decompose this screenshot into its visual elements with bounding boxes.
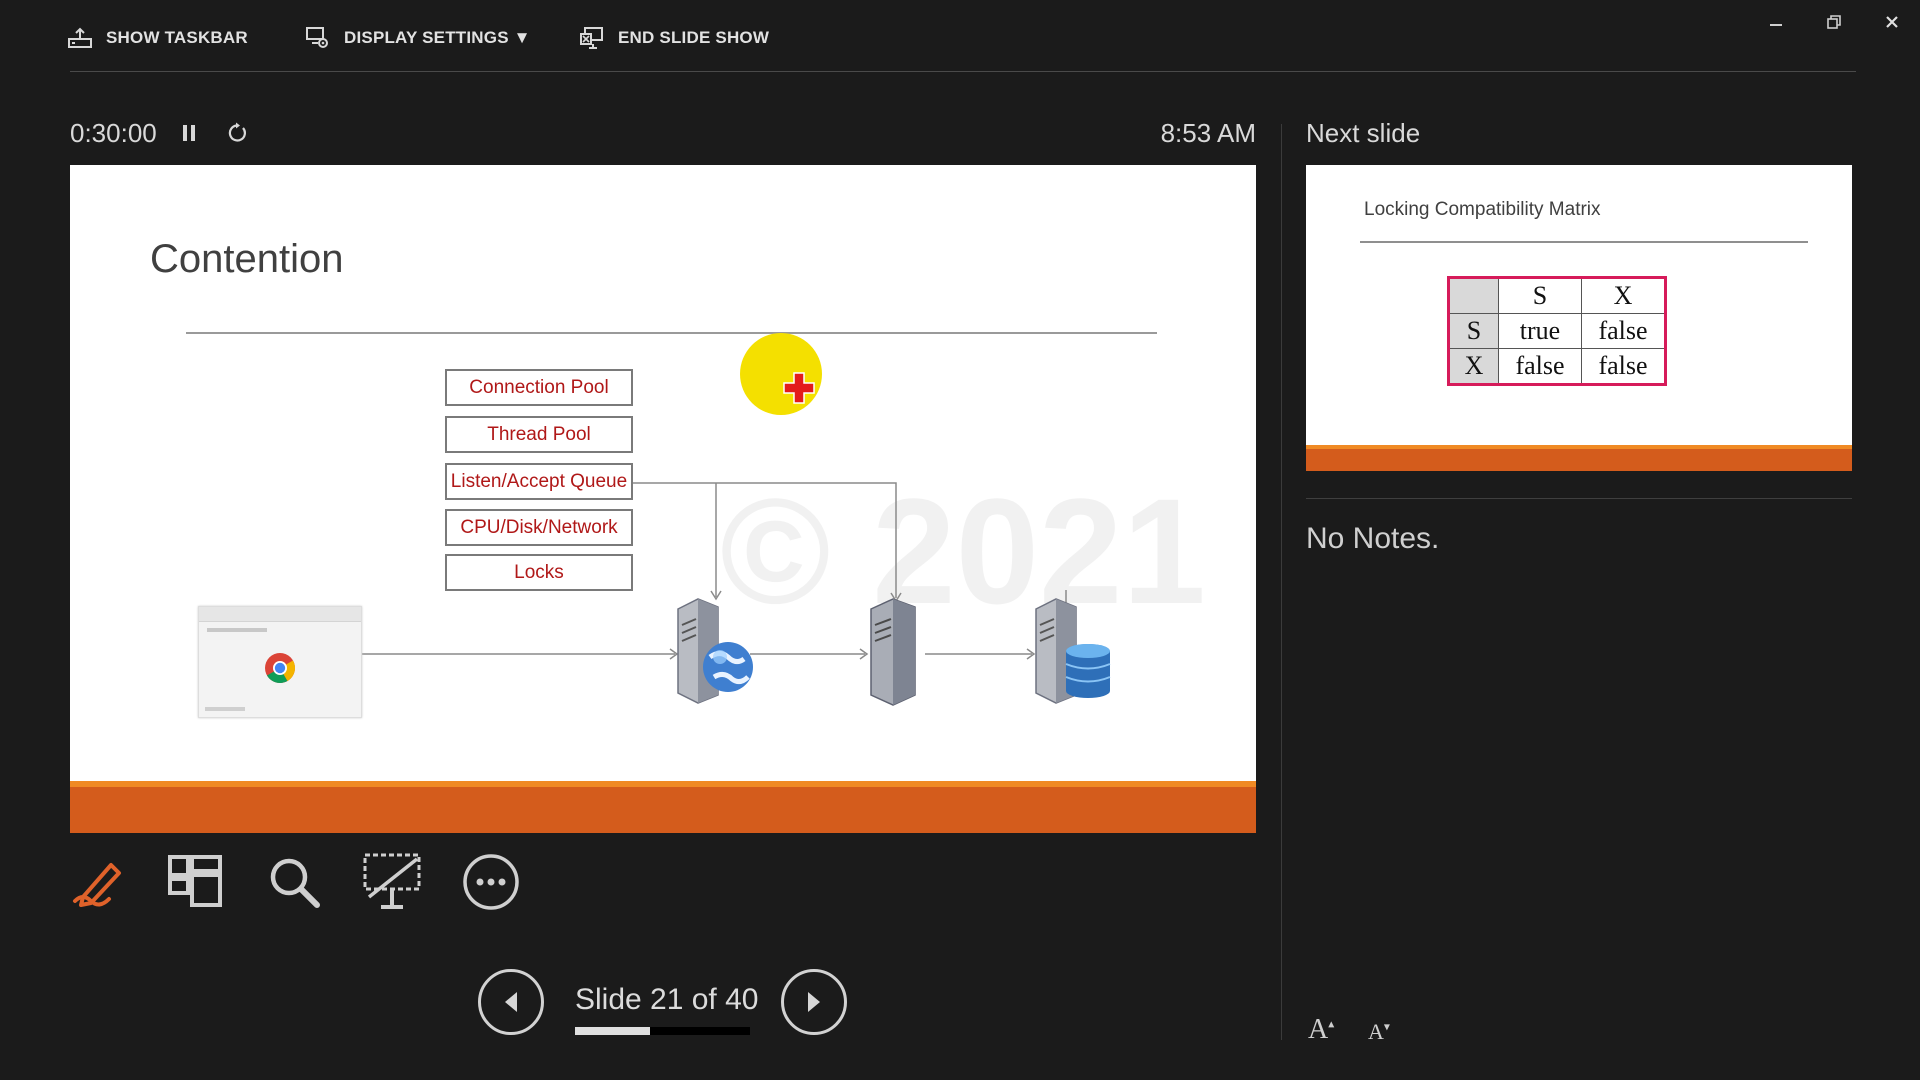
display-settings-label: DISPLAY SETTINGS ▼: [344, 28, 531, 47]
pointer-cross-icon: [783, 372, 815, 404]
pen-tool-button[interactable]: [66, 850, 130, 914]
slide-footer-bar: [70, 781, 1256, 833]
next-slide-preview[interactable]: Locking Compatibility Matrix S X S true …: [1306, 165, 1852, 471]
matrix-cell: S: [1498, 277, 1582, 314]
more-options-button[interactable]: [459, 850, 523, 914]
compatibility-matrix: S X S true false X false false: [1447, 276, 1667, 386]
show-taskbar-button[interactable]: SHOW TASKBAR: [68, 22, 248, 54]
arrow-right-icon: [808, 992, 820, 1012]
matrix-cell: [1448, 277, 1499, 314]
decrease-caret-icon: ▾: [1383, 1019, 1390, 1034]
minimize-icon: [1770, 24, 1782, 26]
show-taskbar-label: SHOW TASKBAR: [106, 28, 248, 47]
increase-font-button[interactable]: A▴: [1308, 1014, 1334, 1046]
current-slide[interactable]: Contention © 2021 Connection Pool Thread…: [70, 165, 1256, 833]
end-slide-show-icon: [580, 27, 603, 49]
elapsed-timer: 0:30:00: [70, 118, 157, 148]
zoom-button[interactable]: [262, 850, 326, 914]
matrix-cell: S: [1448, 313, 1499, 349]
restore-icon: [1827, 15, 1841, 29]
end-slide-show-label: END SLIDE SHOW: [618, 28, 770, 47]
next-slide-title-rule: [1360, 241, 1808, 243]
matrix-cell: false: [1498, 348, 1582, 385]
browser-thumbnail: [198, 606, 362, 718]
matrix-row: S true false: [1448, 313, 1666, 349]
increase-font-label: A: [1308, 1014, 1329, 1045]
matrix-cell: true: [1498, 313, 1582, 349]
screen-off-icon: [363, 853, 421, 909]
web-server-icon: [677, 598, 753, 704]
matrix-row: X false false: [1448, 348, 1666, 385]
close-button[interactable]: [1872, 6, 1912, 38]
end-slide-show-button[interactable]: END SLIDE SHOW: [580, 22, 769, 54]
restart-timer-button[interactable]: [222, 118, 252, 148]
next-slide-button[interactable]: [781, 969, 847, 1035]
restart-icon: [228, 122, 246, 142]
increase-caret-icon: ▴: [1328, 1016, 1335, 1031]
speaker-notes: No Notes.: [1306, 522, 1440, 555]
taskbar-icon: [68, 27, 92, 48]
pen-icon: [73, 863, 121, 907]
presenter-toolbar: SHOW TASKBAR DISPLAY SETTINGS ▼ END SLID…: [0, 0, 1920, 72]
next-slide-label: Next slide: [1306, 118, 1421, 148]
more-icon: [463, 854, 519, 910]
slide-counter: Slide 21 of 40: [575, 983, 759, 1016]
database-server-icon: [1035, 598, 1111, 704]
matrix-cell: false: [1581, 348, 1666, 385]
chrome-logo-icon: [265, 653, 296, 684]
current-time: 8:53 AM: [1160, 118, 1256, 148]
close-icon: [1886, 16, 1898, 28]
display-settings-button[interactable]: DISPLAY SETTINGS ▼: [306, 22, 531, 54]
black-screen-button[interactable]: [360, 850, 424, 914]
pane-divider: [1281, 124, 1282, 1040]
see-all-slides-button[interactable]: [163, 850, 227, 914]
minimize-button[interactable]: [1756, 6, 1796, 38]
slide-progress-fill: [575, 1027, 651, 1035]
notes-divider: [1306, 498, 1852, 499]
magnifier-icon: [270, 858, 320, 908]
arrow-left-icon: [505, 992, 517, 1012]
matrix-cell: false: [1581, 313, 1666, 349]
next-slide-title: Locking Compatibility Matrix: [1364, 199, 1601, 220]
decrease-font-label: A: [1368, 1019, 1384, 1044]
app-server-icon: [870, 598, 916, 706]
previous-slide-button[interactable]: [478, 969, 544, 1035]
matrix-header-row: S X: [1448, 277, 1666, 314]
slide-progress-bar: [575, 1027, 750, 1035]
toolbar-divider: [70, 71, 1856, 72]
slide-grid-icon: [168, 855, 222, 907]
pause-icon: [183, 125, 195, 141]
next-slide-footer-bar: [1306, 445, 1852, 471]
restore-button[interactable]: [1814, 6, 1854, 38]
display-settings-icon: [306, 27, 328, 48]
matrix-cell: X: [1581, 277, 1666, 314]
matrix-cell: X: [1448, 348, 1499, 385]
pause-timer-button[interactable]: [174, 118, 204, 148]
decrease-font-button[interactable]: A▾: [1368, 1019, 1390, 1045]
